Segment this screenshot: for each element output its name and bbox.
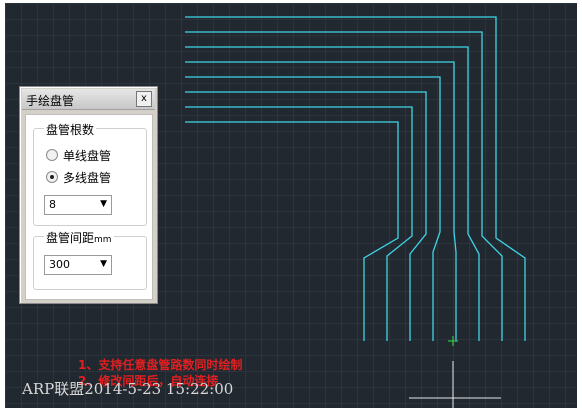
single-line-radio-dot[interactable] — [46, 149, 58, 161]
close-button[interactable]: x — [136, 91, 152, 107]
timestamp-watermark: ARP联盟2014-5-23 15:22:00 — [22, 380, 234, 398]
chevron-down-icon[interactable]: ▼ — [100, 259, 107, 269]
pipe-spacing-unit: mm — [94, 235, 112, 245]
pipe-spacing-select[interactable]: 300 ▼ — [44, 255, 112, 275]
multi-line-radio[interactable]: 多线盘管 — [46, 169, 111, 185]
single-line-radio[interactable]: 单线盘管 — [46, 147, 111, 163]
pipe-spacing-value: 300 — [49, 258, 70, 271]
pipe-spacing-group: 盘管间距mm 300 ▼ — [33, 229, 147, 290]
dialog-panel: 盘管根数 单线盘管 多线盘管 8 ▼ 盘管间距mm 300 ▼ — [25, 114, 153, 300]
pipe-run — [185, 106, 413, 341]
chevron-down-icon[interactable]: ▼ — [100, 199, 107, 209]
pipe-spacing-legend: 盘管间距mm — [44, 229, 114, 246]
dialog-titlebar[interactable]: 手绘盘管 x — [22, 89, 155, 110]
single-line-radio-label: 单线盘管 — [63, 148, 112, 163]
feature-note-1: 1、支持任意盘管路数同时绘制 — [78, 358, 243, 372]
pipe-run — [185, 46, 480, 341]
pipe-run — [185, 16, 526, 341]
pipe-run — [185, 61, 457, 341]
coil-pipe-dialog: 手绘盘管 x 盘管根数 单线盘管 多线盘管 8 ▼ 盘管间距mm 300 ▼ — [19, 86, 158, 304]
pipe-run — [185, 91, 427, 341]
pipe-run — [185, 121, 399, 341]
pipe-count-value: 8 — [49, 198, 56, 211]
screenshot-frame: 手绘盘管 x 盘管根数 单线盘管 多线盘管 8 ▼ 盘管间距mm 300 ▼ 1… — [0, 0, 582, 412]
multi-line-radio-dot[interactable] — [46, 171, 58, 183]
pipe-count-legend: 盘管根数 — [44, 121, 97, 138]
pipe-count-group: 盘管根数 单线盘管 多线盘管 8 ▼ — [33, 121, 147, 226]
pipe-spacing-legend-text: 盘管间距 — [46, 231, 95, 245]
dialog-title: 手绘盘管 — [26, 94, 75, 108]
pipe-count-select[interactable]: 8 ▼ — [44, 195, 112, 215]
multi-line-radio-label: 多线盘管 — [63, 170, 112, 185]
pipe-run — [185, 76, 441, 341]
